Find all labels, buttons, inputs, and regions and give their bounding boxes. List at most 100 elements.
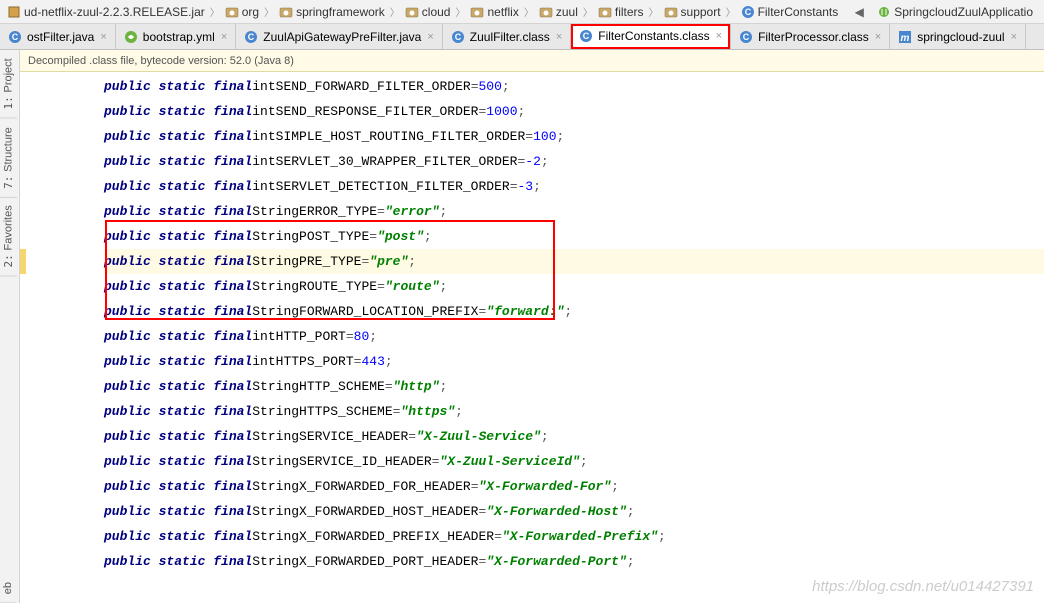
close-icon[interactable]: × (221, 31, 227, 43)
tool-sidebar: 1: Project7: Structure2: Favorites eb (0, 50, 20, 603)
jar-icon (7, 5, 21, 19)
crumb-label: springframework (296, 5, 385, 19)
crumb-cloud[interactable]: cloud (402, 5, 454, 19)
code-line[interactable]: public static final String HTTP_SCHEME =… (104, 374, 1044, 399)
code-line[interactable]: public static final String FORWARD_LOCAT… (104, 299, 1044, 324)
code-line[interactable]: public static final String X_FORWARDED_F… (104, 474, 1044, 499)
crumb-sep: 〉 (522, 4, 536, 19)
crumb-netflix[interactable]: netflix (467, 5, 521, 19)
class-icon: C (739, 30, 753, 44)
editor-tabs: CostFilter.java × bootstrap.yml × C ZuulApiGa… (0, 24, 1044, 50)
watermark: https://blog.csdn.net/u014427391 (812, 578, 1034, 595)
svg-text:C: C (248, 32, 255, 42)
crumb-sep: 〉 (262, 4, 276, 19)
spring-icon (124, 30, 138, 44)
tab-FilterProcessor.class[interactable]: C FilterProcessor.class × (731, 24, 890, 50)
crumb-label: cloud (422, 5, 451, 19)
code-line[interactable]: public static final String X_FORWARDED_P… (104, 524, 1044, 549)
crumb-label: filters (615, 5, 644, 19)
tab-bootstrap.yml[interactable]: bootstrap.yml × (116, 24, 236, 50)
close-icon[interactable]: × (100, 31, 106, 43)
class-icon: C (244, 30, 258, 44)
code-line[interactable]: public static final String ROUTE_TYPE = … (104, 274, 1044, 299)
code-line[interactable]: public static final String POST_TYPE = "… (104, 224, 1044, 249)
close-icon[interactable]: × (716, 30, 722, 42)
crumb-sep: 〉 (724, 4, 738, 19)
code-line[interactable]: public static final String X_FORWARDED_P… (104, 549, 1044, 574)
crumb-filters[interactable]: filters (595, 5, 647, 19)
pkg-icon (279, 5, 293, 19)
close-icon[interactable]: × (1011, 31, 1017, 43)
tab-label: ZuulFilter.class (470, 30, 550, 44)
crumb-sep: 〉 (647, 4, 661, 19)
close-icon[interactable]: × (427, 31, 433, 43)
pkg-icon (225, 5, 239, 19)
code-line[interactable]: public static final int HTTPS_PORT = 443… (104, 349, 1044, 374)
pkg-icon (598, 5, 612, 19)
sidebar-bottom[interactable]: eb (0, 574, 16, 603)
crumb-org[interactable]: org (222, 5, 262, 19)
pkg-icon (405, 5, 419, 19)
tab-FilterConstants.class[interactable]: C FilterConstants.class × (571, 24, 731, 50)
code-line[interactable]: public static final int SEND_FORWARD_FIL… (104, 74, 1044, 99)
code-line[interactable]: public static final String HTTPS_SCHEME … (104, 399, 1044, 424)
code-line[interactable]: public static final int SERVLET_DETECTIO… (104, 174, 1044, 199)
svg-text:m: m (901, 33, 910, 44)
code-line[interactable]: public static final int SIMPLE_HOST_ROUT… (104, 124, 1044, 149)
crumb-support[interactable]: support (661, 5, 724, 19)
crumb-ud-netflix-zuul-2.2.3.RELEASE.jar[interactable]: ud-netflix-zuul-2.2.3.RELEASE.jar (4, 5, 208, 19)
tab-label: ostFilter.java (27, 30, 94, 44)
crumb-sep: 〉 (581, 4, 595, 19)
crumb-FilterConstants[interactable]: C FilterConstants (738, 5, 842, 19)
crumb-label: FilterConstants (758, 5, 839, 19)
svg-text:C: C (743, 32, 750, 42)
breadcrumb-bar: ud-netflix-zuul-2.2.3.RELEASE.jar〉org〉sp… (0, 0, 1044, 24)
crumb-label: support (681, 5, 721, 19)
tab-ZuulFilter.class[interactable]: C ZuulFilter.class × (443, 24, 571, 50)
crumb-label: zuul (556, 5, 578, 19)
nav-back-icon[interactable]: ◀ (850, 3, 868, 21)
pkg-icon (664, 5, 678, 19)
tab-ZuulApiGatewayPreFilter.java[interactable]: C ZuulApiGatewayPreFilter.java × (236, 24, 443, 50)
pkg-icon (470, 5, 484, 19)
class-icon: C (8, 30, 22, 44)
tab-label: ZuulApiGatewayPreFilter.java (263, 30, 421, 44)
close-icon[interactable]: × (875, 31, 881, 43)
svg-text:C: C (744, 7, 751, 17)
close-icon[interactable]: × (556, 31, 562, 43)
crumb-label: netflix (487, 5, 518, 19)
code-line[interactable]: public static final String SERVICE_ID_HE… (104, 449, 1044, 474)
code-line[interactable]: public static final String PRE_TYPE = "p… (104, 249, 1044, 274)
code-line[interactable]: public static final String SERVICE_HEADE… (104, 424, 1044, 449)
tab-label: springcloud-zuul (917, 30, 1004, 44)
editor-code[interactable]: public static final int SEND_FORWARD_FIL… (20, 72, 1044, 574)
code-line[interactable]: public static final int SERVLET_30_WRAPP… (104, 149, 1044, 174)
code-line[interactable]: public static final String ERROR_TYPE = … (104, 199, 1044, 224)
sidebar-favorites[interactable]: 2: Favorites (0, 197, 17, 277)
run-config[interactable]: SpringcloudZuulApplicatio (874, 5, 1036, 19)
sidebar-structure[interactable]: 7: Structure (0, 119, 17, 198)
tab-label: FilterProcessor.class (758, 30, 869, 44)
code-line[interactable]: public static final int HTTP_PORT = 80; (104, 324, 1044, 349)
tab-springcloud-zuul[interactable]: m springcloud-zuul × (890, 24, 1026, 50)
class-icon: C (579, 29, 593, 43)
code-line[interactable]: public static final String X_FORWARDED_H… (104, 499, 1044, 524)
crumb-label: ud-netflix-zuul-2.2.3.RELEASE.jar (24, 5, 205, 19)
crumb-sep: 〉 (388, 4, 402, 19)
crumb-zuul[interactable]: zuul (536, 5, 581, 19)
tab-label: FilterConstants.class (598, 29, 709, 43)
code-line[interactable]: public static final int SEND_RESPONSE_FI… (104, 99, 1044, 124)
tab-ostFilter.java[interactable]: CostFilter.java × (0, 24, 116, 50)
run-config-label: SpringcloudZuulApplicatio (894, 5, 1033, 19)
svg-text:C: C (455, 32, 462, 42)
decompile-info-bar: Decompiled .class file, bytecode version… (20, 50, 1044, 72)
class-icon: C (741, 5, 755, 19)
tab-label: bootstrap.yml (143, 30, 215, 44)
crumb-sep: 〉 (453, 4, 467, 19)
decompile-info-text: Decompiled .class file, bytecode version… (28, 55, 294, 67)
sidebar-project[interactable]: 1: Project (0, 50, 17, 119)
pkg-icon (539, 5, 553, 19)
m-icon: m (898, 30, 912, 44)
crumb-springframework[interactable]: springframework (276, 5, 388, 19)
crumb-label: org (242, 5, 259, 19)
